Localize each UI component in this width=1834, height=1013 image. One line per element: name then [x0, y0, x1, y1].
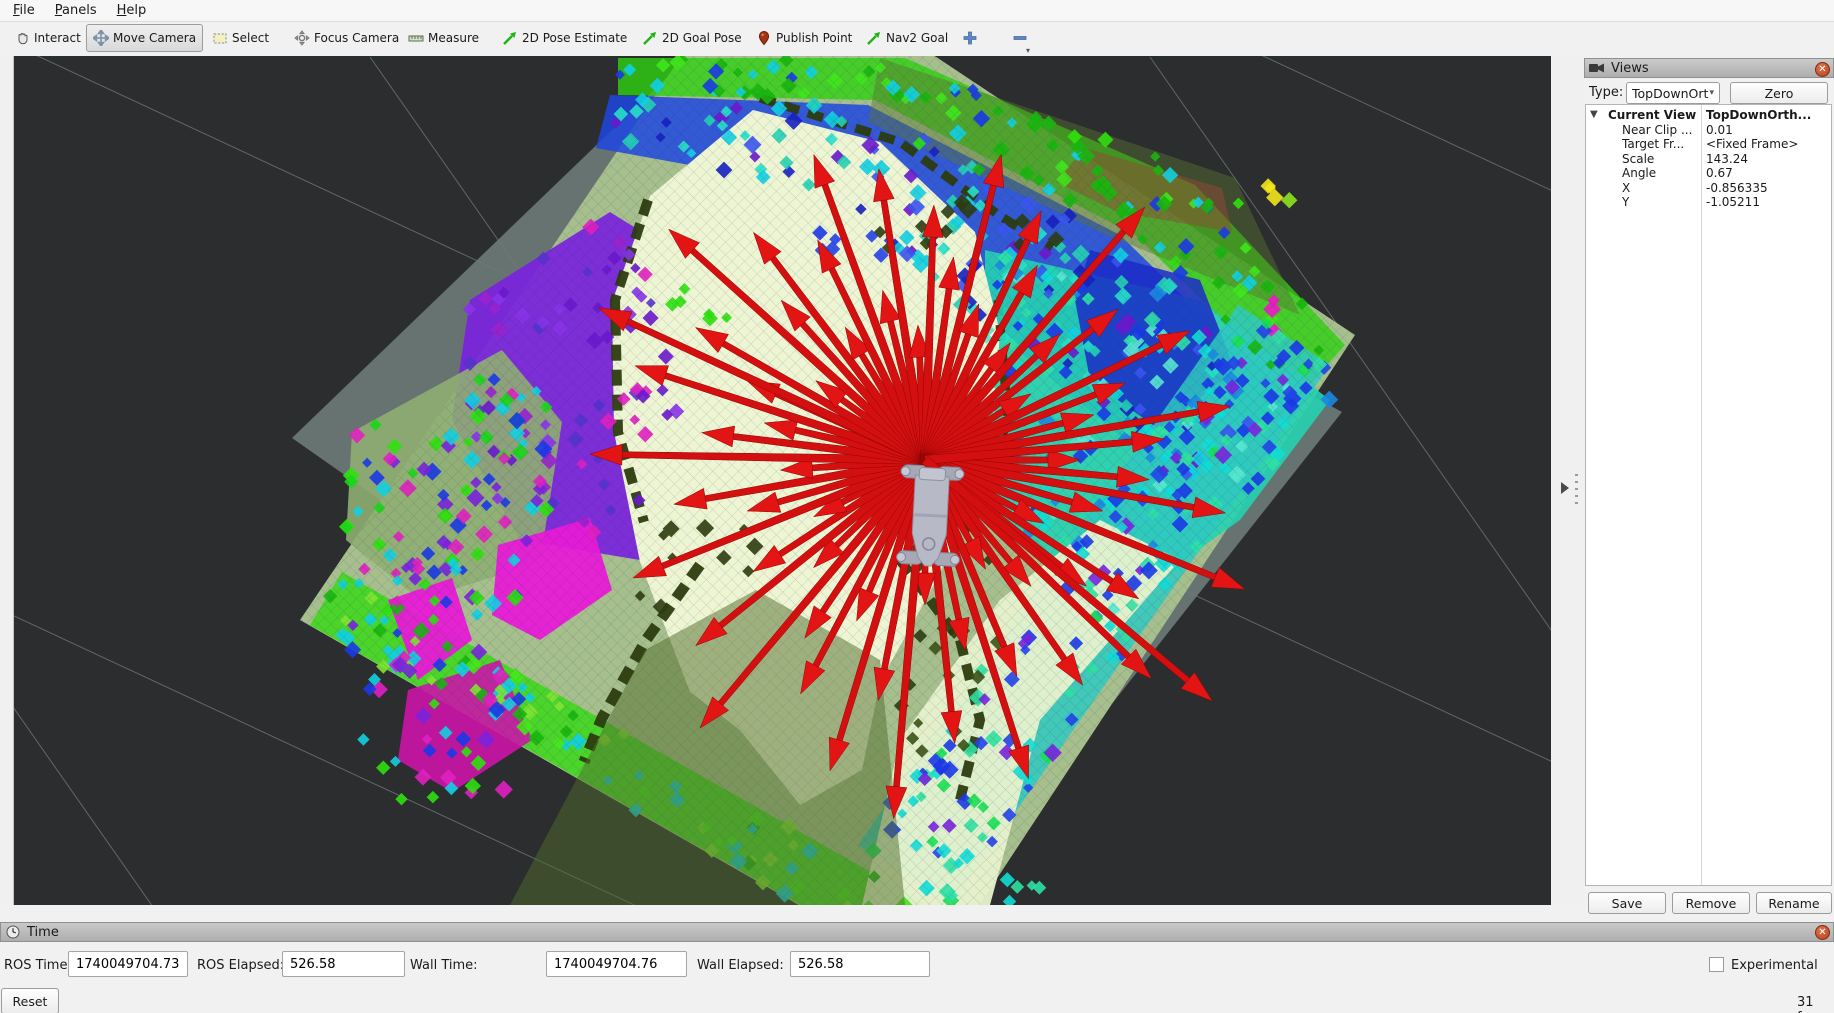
expand-arrow-icon[interactable]	[1561, 482, 1569, 494]
tree-row-near-clip[interactable]: Near Clip ... 0.01	[1586, 123, 1831, 138]
wall-elapsed-label: Wall Elapsed:	[697, 958, 784, 973]
tree-column-divider[interactable]	[1701, 105, 1702, 885]
wall-time-input[interactable]	[546, 951, 687, 977]
focus-crosshair-icon	[294, 30, 310, 46]
tool-interact[interactable]: Interact	[8, 25, 87, 51]
tree-row-angle[interactable]: Angle 0.67	[1586, 166, 1831, 181]
close-icon[interactable]: ✕	[1815, 61, 1830, 77]
render-viewport-3d[interactable]	[14, 56, 1551, 905]
experimental-label: Experimental	[1731, 958, 1818, 973]
tool-2d-goal-pose[interactable]: 2D Goal Pose	[636, 25, 748, 51]
green-arrow-icon	[866, 30, 882, 46]
left-panel-strip[interactable]	[0, 56, 14, 905]
zero-button[interactable]: Zero	[1730, 82, 1828, 104]
menu-help[interactable]: Help	[108, 2, 156, 19]
splitter-handle[interactable]	[1575, 474, 1578, 508]
rviz-window: File Panels Help Interact Move Camera Se…	[0, 0, 1834, 1013]
wall-elapsed-input[interactable]	[790, 951, 930, 977]
tree-row-target-frame[interactable]: Target Fr... <Fixed Frame>	[1586, 137, 1831, 152]
view-type-dropdown[interactable]: TopDownOrth ▾	[1626, 82, 1720, 104]
selection-box-icon	[212, 30, 228, 46]
tree-row-y[interactable]: Y -1.05211	[1586, 195, 1831, 210]
expander-triangle-icon[interactable]: ▼	[1590, 107, 1598, 122]
tool-2d-pose-estimate[interactable]: 2D Pose Estimate	[496, 25, 633, 51]
views-panel: Views ✕ Type: TopDownOrth ▾ Zero ▼ Curre…	[1584, 56, 1834, 920]
views-tree: ▼ Current View TopDownOrth... Near Clip …	[1585, 104, 1832, 886]
tool-publish-point[interactable]: Publish Point	[750, 25, 858, 51]
menu-bar: File Panels Help	[0, 0, 1834, 22]
ros-elapsed-label: ROS Elapsed:	[197, 958, 285, 973]
time-panel-header[interactable]: Time ✕	[0, 922, 1834, 942]
ros-time-input[interactable]	[68, 951, 188, 977]
time-panel: Time ✕ ROS Time: ROS Elapsed: Wall Time:…	[0, 922, 1834, 1013]
map-pin-icon	[756, 30, 772, 46]
move-arrows-icon	[91, 28, 111, 48]
tool-move-camera[interactable]: Move Camera	[86, 24, 204, 52]
tool-add-button[interactable]	[956, 25, 984, 51]
clock-icon	[6, 925, 20, 939]
time-panel-title: Time	[27, 924, 59, 940]
experimental-checkbox[interactable]	[1709, 957, 1724, 972]
chevron-down-icon: ▾	[1709, 88, 1714, 98]
plus-icon	[962, 30, 978, 46]
ros-elapsed-input[interactable]	[282, 951, 405, 977]
menu-file[interactable]: File	[4, 2, 44, 19]
tree-row-current-view[interactable]: ▼ Current View TopDownOrth...	[1586, 108, 1831, 123]
ros-time-label: ROS Time:	[4, 958, 72, 973]
toolbar: Interact Move Camera Select Focus Camera…	[0, 22, 1834, 57]
rename-button[interactable]: Rename	[1756, 892, 1832, 914]
green-arrow-icon	[642, 30, 658, 46]
minus-icon	[1012, 30, 1028, 46]
views-panel-header[interactable]: Views ✕	[1584, 58, 1834, 78]
green-arrow-icon	[502, 30, 518, 46]
panel-splitter[interactable]	[1551, 56, 1584, 905]
close-icon[interactable]: ✕	[1815, 925, 1830, 940]
tool-measure[interactable]: Measure	[402, 25, 485, 51]
fps-counter: 31 fps	[1797, 995, 1817, 1013]
hand-icon	[14, 30, 30, 46]
reset-button[interactable]: Reset	[1, 988, 59, 1013]
tool-nav2-goal[interactable]: Nav2 Goal	[860, 25, 954, 51]
save-button[interactable]: Save	[1588, 892, 1666, 914]
remove-button[interactable]: Remove	[1672, 892, 1750, 914]
tree-row-scale[interactable]: Scale 143.24	[1586, 152, 1831, 167]
ruler-icon	[408, 30, 424, 46]
type-label: Type:	[1589, 85, 1624, 100]
tree-row-x[interactable]: X -0.856335	[1586, 181, 1831, 196]
menu-panels[interactable]: Panels	[46, 2, 106, 19]
wall-time-label: Wall Time:	[410, 958, 478, 973]
tool-focus-camera[interactable]: Focus Camera	[288, 25, 405, 51]
toolbar-overflow-arrow[interactable]: ▾	[1026, 46, 1030, 55]
tool-select[interactable]: Select	[206, 25, 275, 51]
views-panel-title: Views	[1611, 60, 1649, 76]
camera-icon	[1589, 62, 1605, 74]
